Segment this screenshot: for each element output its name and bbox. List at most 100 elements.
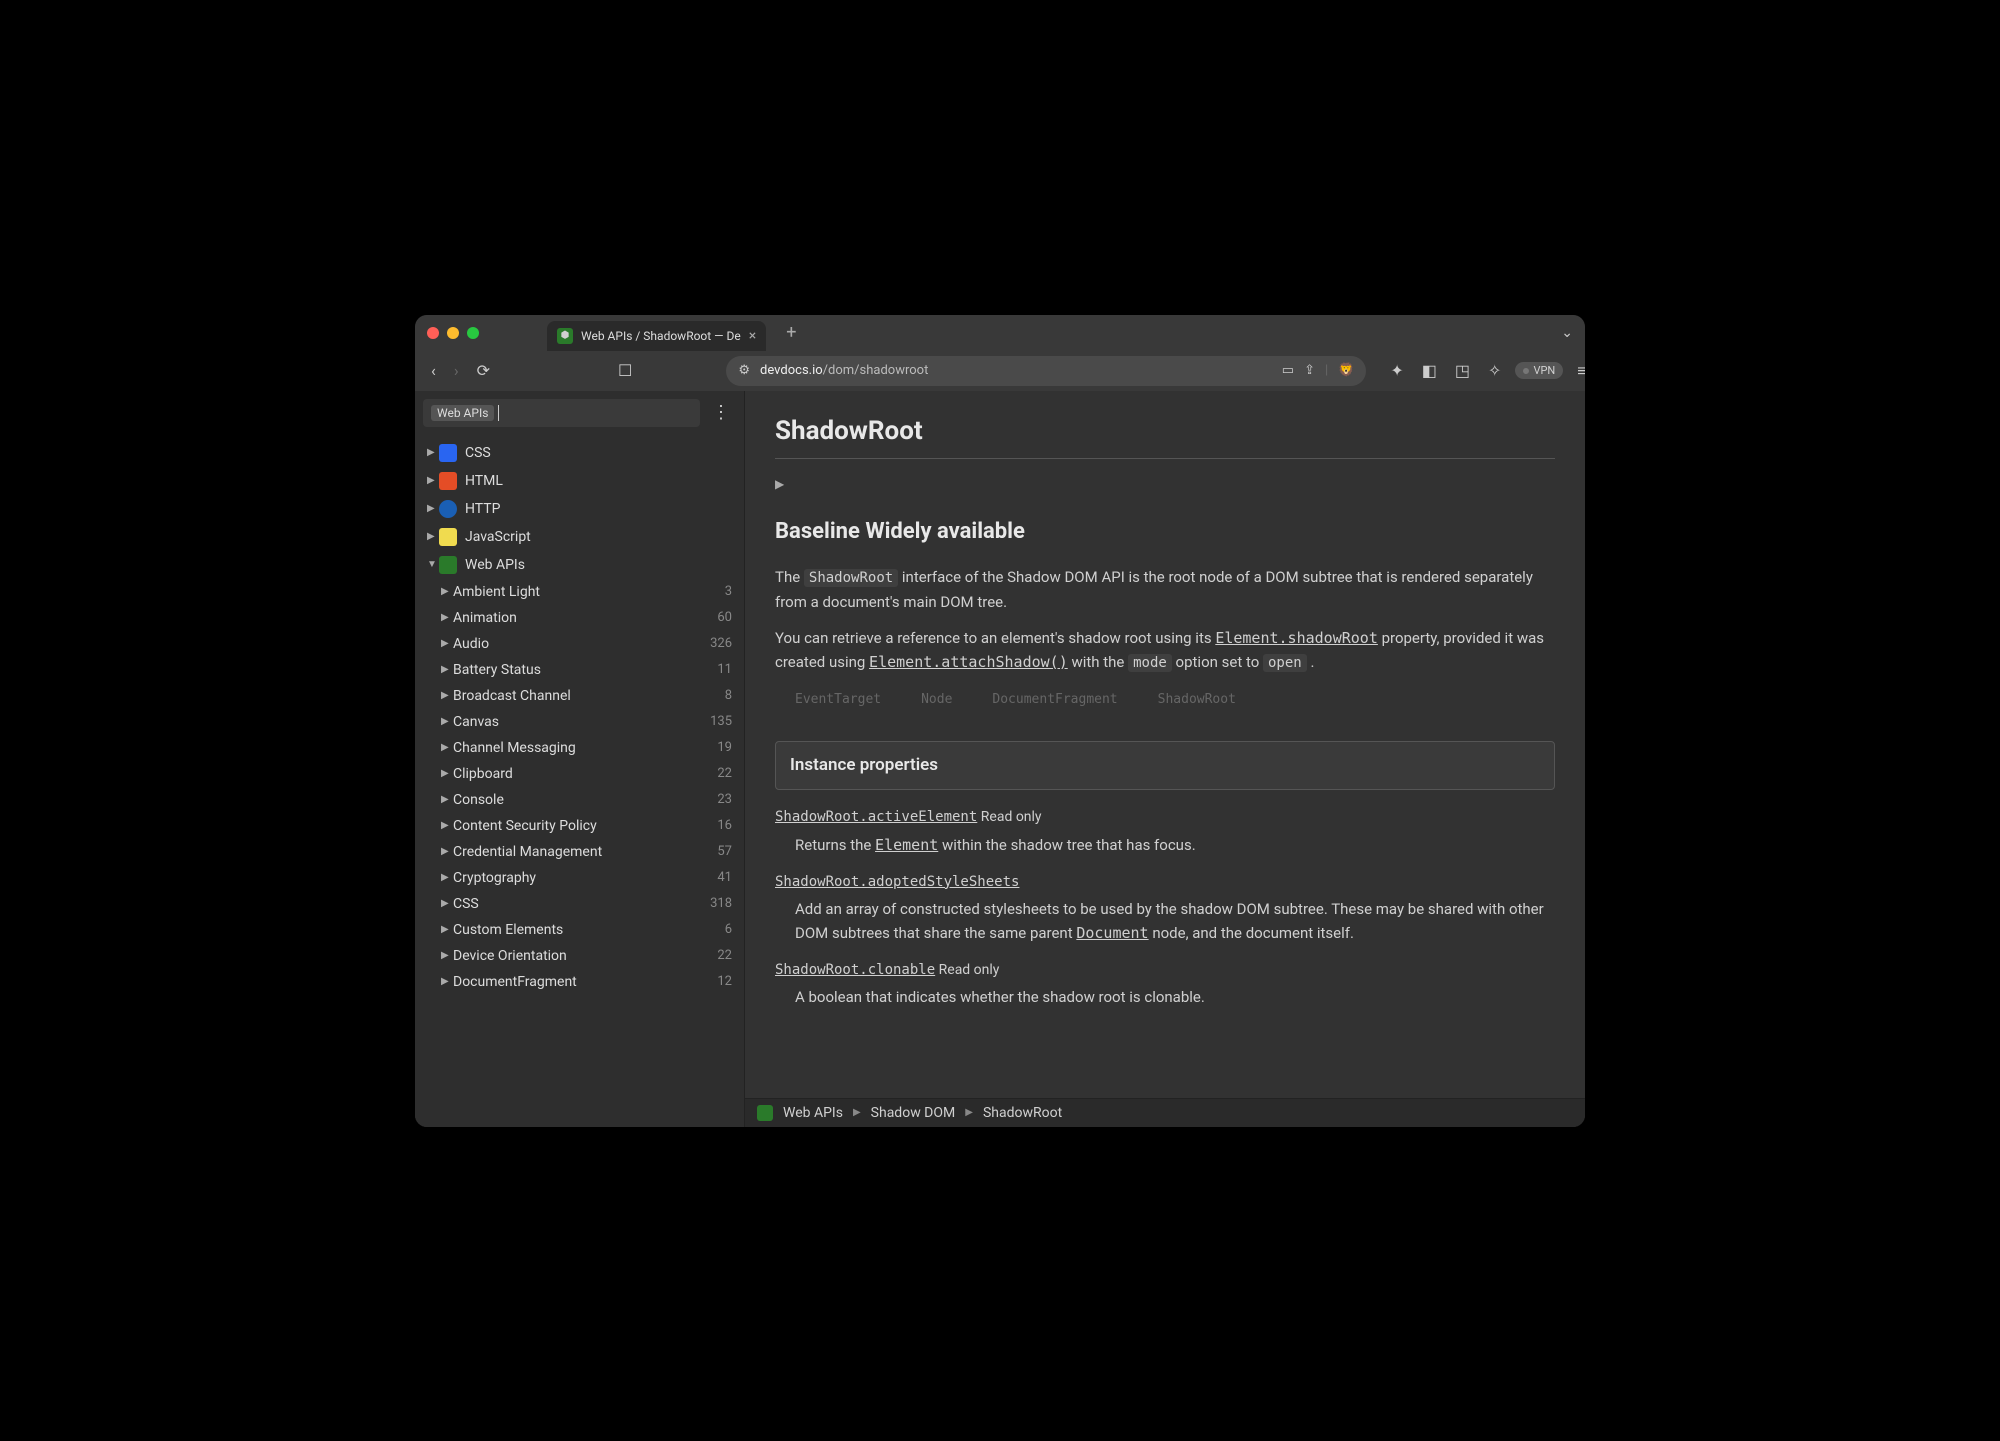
wallet-icon[interactable]: ◳ — [1451, 357, 1474, 384]
share-icon[interactable]: ⇪ — [1304, 363, 1315, 378]
chevron-right-icon: ▶ — [965, 1107, 973, 1118]
api-icon — [439, 556, 457, 574]
chevron-icon: ▶ — [441, 924, 453, 935]
extensions-icon[interactable]: ✦ — [1386, 357, 1407, 384]
chevron-icon: ▶ — [441, 820, 453, 831]
tab-close-icon[interactable]: × — [749, 328, 756, 344]
chevron-icon: ▶ — [441, 612, 453, 623]
link-element-shadowroot[interactable]: Element.shadowRoot — [1215, 629, 1378, 647]
desktop-icon[interactable]: ▭ — [1282, 363, 1294, 378]
browser-tab[interactable]: ⬢ Web APIs / ShadowRoot — De × — [547, 321, 766, 351]
property-link[interactable]: ShadowRoot.clonable — [775, 962, 935, 978]
sidebar-item-canvas[interactable]: ▶Canvas135 — [415, 709, 744, 735]
property-description: Add an array of constructed stylesheets … — [795, 897, 1555, 945]
sidebar-item-count: 326 — [710, 636, 732, 651]
sidebar-doc-javascript[interactable]: ▶JavaScript — [415, 523, 744, 551]
doc-content[interactable]: ShadowRoot ▶ Baseline Widely available T… — [745, 391, 1585, 1098]
sidebar-item-ambient-light[interactable]: ▶Ambient Light3 — [415, 579, 744, 605]
sidebar-item-count: 12 — [717, 974, 732, 989]
sidebar-item-broadcast-channel[interactable]: ▶Broadcast Channel8 — [415, 683, 744, 709]
sidebar-item-battery-status[interactable]: ▶Battery Status11 — [415, 657, 744, 683]
property-link[interactable]: ShadowRoot.adoptedStyleSheets — [775, 874, 1019, 890]
url-path: /dom/shadowroot — [823, 363, 929, 378]
sidebar-item-label: HTTP — [465, 501, 732, 517]
search-cursor — [498, 405, 499, 421]
new-tab-button[interactable]: + — [774, 322, 808, 343]
chain-item[interactable]: DocumentFragment — [992, 690, 1117, 711]
readonly-badge: Read only — [981, 809, 1042, 825]
sidebar-item-channel-messaging[interactable]: ▶Channel Messaging19 — [415, 735, 744, 761]
sidebar-item-animation[interactable]: ▶Animation60 — [415, 605, 744, 631]
forward-button[interactable]: › — [450, 357, 463, 384]
sidebar-item-count: 135 — [710, 714, 732, 729]
sidebar-item-documentfragment[interactable]: ▶DocumentFragment12 — [415, 969, 744, 995]
sidebar-doc-http[interactable]: ▶HTTP — [415, 495, 744, 523]
sidebar-item-count: 23 — [717, 792, 732, 807]
chevron-icon: ▶ — [427, 475, 439, 486]
sidebar-tree[interactable]: ▶CSS▶HTML▶HTTP▶JavaScript▼Web APIs▶Ambie… — [415, 435, 744, 1127]
sidebar-item-count: 41 — [717, 870, 732, 885]
doc-wrap: ShadowRoot ▶ Baseline Widely available T… — [745, 391, 1585, 1127]
titlebar: ⬢ Web APIs / ShadowRoot — De × + ⌄ — [415, 315, 1585, 351]
sidebar-item-audio[interactable]: ▶Audio326 — [415, 631, 744, 657]
disclosure-toggle[interactable]: ▶ — [775, 475, 1555, 494]
chain-item[interactable]: ShadowRoot — [1158, 690, 1236, 711]
sidebar-item-clipboard[interactable]: ▶Clipboard22 — [415, 761, 744, 787]
sidebar-doc-html[interactable]: ▶HTML — [415, 467, 744, 495]
property-entry: ShadowRoot.clonable Read only A boolean t… — [775, 959, 1555, 1009]
hamburger-menu-icon[interactable]: ≡ — [1573, 357, 1585, 385]
ai-icon[interactable]: ✧ — [1484, 357, 1505, 384]
property-list: ShadowRoot.activeElement Read onlyReturn… — [775, 806, 1555, 1009]
readonly-badge: Read only — [939, 962, 1000, 978]
sidebar-toggle-icon[interactable]: ◧ — [1418, 357, 1441, 384]
minimize-window-button[interactable] — [447, 327, 459, 339]
inline-link[interactable]: Element — [875, 836, 938, 854]
close-window-button[interactable] — [427, 327, 439, 339]
url-host: devdocs.io — [760, 363, 823, 378]
crumb-1[interactable]: Shadow DOM — [871, 1105, 956, 1121]
chevron-icon: ▶ — [441, 872, 453, 883]
chevron-icon: ▶ — [441, 690, 453, 701]
vpn-label: VPN — [1533, 364, 1555, 377]
sidebar-doc-css[interactable]: ▶CSS — [415, 439, 744, 467]
property-description: A boolean that indicates whether the sha… — [795, 985, 1555, 1009]
inline-link[interactable]: Document — [1076, 924, 1148, 942]
sidebar-item-cryptography[interactable]: ▶Cryptography41 — [415, 865, 744, 891]
code-shadowroot: ShadowRoot — [804, 569, 898, 587]
sidebar-item-credential-management[interactable]: ▶Credential Management57 — [415, 839, 744, 865]
sidebar-item-device-orientation[interactable]: ▶Device Orientation22 — [415, 943, 744, 969]
sidebar-doc-web-apis[interactable]: ▼Web APIs — [415, 551, 744, 579]
toolbar: ‹ › ⟳ ☐ ⚙ devdocs.io/dom/shadowroot ▭ ⇪ … — [415, 351, 1585, 391]
js-icon — [439, 528, 457, 546]
sidebar-item-content-security-policy[interactable]: ▶Content Security Policy16 — [415, 813, 744, 839]
bookmark-icon[interactable]: ☐ — [614, 357, 636, 384]
sidebar-menu-icon[interactable]: ⋮ — [706, 402, 736, 423]
css-icon — [439, 444, 457, 462]
chain-item[interactable]: EventTarget — [795, 690, 881, 711]
inheritance-chain: EventTarget Node DocumentFragment ShadowRoo… — [795, 690, 1555, 711]
maximize-window-button[interactable] — [467, 327, 479, 339]
sidebar-item-console[interactable]: ▶Console23 — [415, 787, 744, 813]
tabs-dropdown-icon[interactable]: ⌄ — [1561, 325, 1573, 341]
sidebar-item-css[interactable]: ▶CSS318 — [415, 891, 744, 917]
sidebar-item-custom-elements[interactable]: ▶Custom Elements6 — [415, 917, 744, 943]
sidebar-item-label: Console — [453, 792, 717, 808]
intro-paragraph-1: The ShadowRoot interface of the Shadow D… — [775, 565, 1555, 613]
back-button[interactable]: ‹ — [427, 357, 440, 384]
search-filter-pill[interactable]: Web APIs — [431, 405, 494, 421]
sidebar-item-count: 11 — [717, 662, 732, 677]
site-settings-icon[interactable]: ⚙ — [738, 363, 750, 378]
shield-icon[interactable]: 🦁 — [1338, 363, 1354, 378]
chevron-icon: ▶ — [441, 768, 453, 779]
sidebar-item-label: CSS — [465, 445, 732, 461]
reload-button[interactable]: ⟳ — [473, 357, 494, 384]
vpn-pill[interactable]: VPN — [1515, 362, 1563, 379]
sidebar-search-input[interactable]: Web APIs — [423, 399, 700, 427]
crumb-0[interactable]: Web APIs — [783, 1105, 843, 1121]
property-link[interactable]: ShadowRoot.activeElement — [775, 809, 977, 825]
url-bar[interactable]: ⚙ devdocs.io/dom/shadowroot ▭ ⇪ | 🦁 — [726, 356, 1366, 386]
crumb-2[interactable]: ShadowRoot — [983, 1105, 1062, 1121]
chain-item[interactable]: Node — [921, 690, 952, 711]
link-element-attachshadow[interactable]: Element.attachShadow() — [869, 653, 1068, 671]
tab-favicon: ⬢ — [557, 328, 573, 344]
